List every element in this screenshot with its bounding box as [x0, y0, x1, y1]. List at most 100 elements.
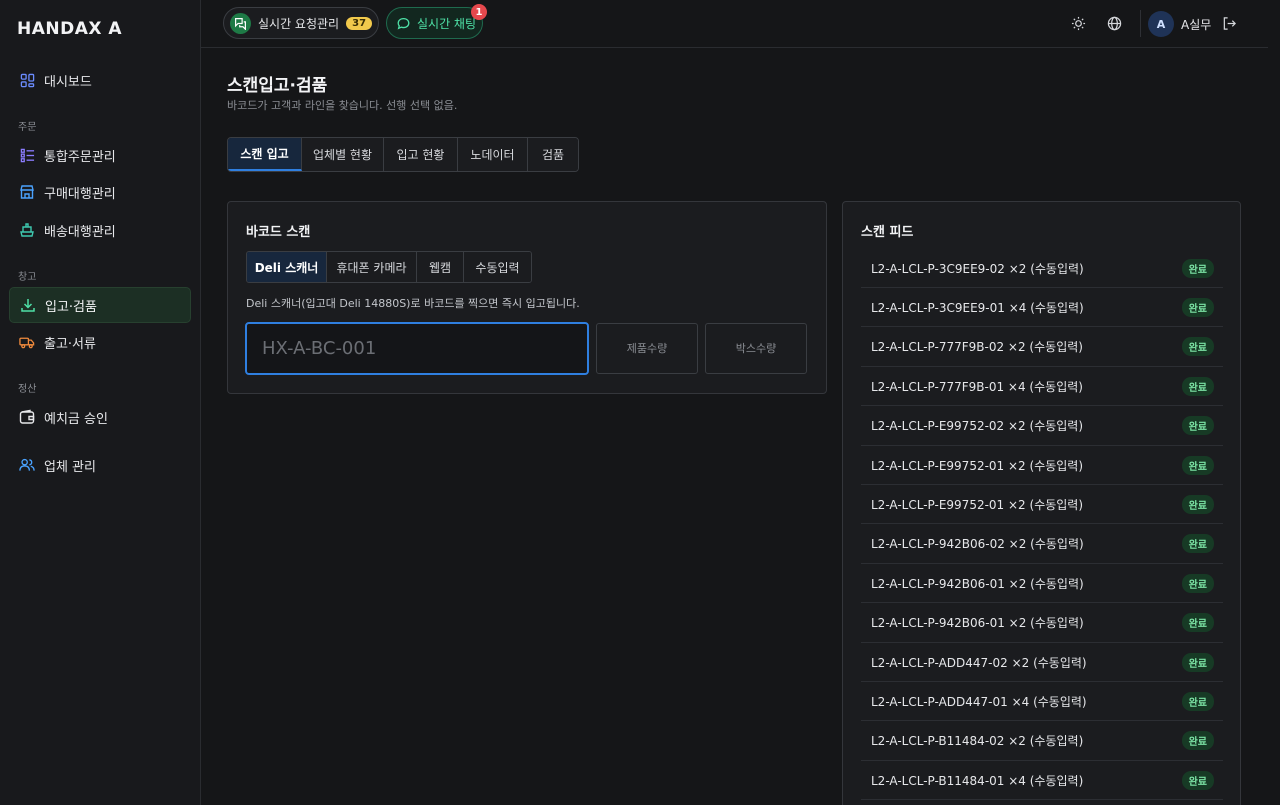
status-badge: 완료 — [1181, 770, 1214, 790]
list-item[interactable]: L2-A-LCL-P-E99752-02 ×2 (수동입력) 완료 — [861, 407, 1223, 446]
feed-item-text: L2-A-LCL-P-B11484-02 ×2 (수동입력) — [871, 734, 1084, 749]
tab-inbound-status[interactable]: 입고 현황 — [384, 138, 458, 171]
sidebar-item-dashboard[interactable]: 대시보드 — [9, 62, 191, 98]
status-badge: 완료 — [1181, 337, 1214, 357]
card-title: 바코드 스캔 — [246, 225, 311, 240]
barcode-scan-card: 바코드 스캔 Deli 스캐너 휴대폰 카메라 웹캠 수동입력 Deli 스캐너… — [227, 201, 827, 394]
scan-feed-card: 스캔 피드 L2-A-LCL-P-3C9EE9-02 ×2 (수동입력) 완료 L2… — [842, 201, 1241, 805]
section-label-order: 주문 — [18, 122, 37, 133]
status-badge: 완료 — [1181, 416, 1214, 436]
avatar[interactable]: A — [1148, 11, 1174, 37]
list-icon — [19, 147, 35, 163]
feed-item-text: L2-A-LCL-P-ADD447-01 ×4 (수동입력) — [871, 694, 1087, 709]
list-item[interactable]: L2-A-LCL-P-B11484-01 ×4 (수동입력) 완료 — [861, 761, 1223, 801]
tab-inspection[interactable]: 검품 — [528, 138, 578, 171]
list-item[interactable]: L2-A-LCL-P-942B06-01 ×2 (수동입력) 완료 — [861, 604, 1223, 643]
realtime-chat-button[interactable]: 실시간 채팅 — [386, 7, 483, 39]
sidebar-item-deposit-approval[interactable]: 예치금 승인 — [9, 399, 191, 435]
feed-item-text: L2-A-LCL-P-B11484-01 ×4 (수동입력) — [871, 773, 1084, 788]
sidebar-item-label: 대시보드 — [44, 74, 92, 90]
tab-no-data[interactable]: 노데이터 — [458, 138, 528, 171]
scan-hint: Deli 스캐너(입고대 Deli 14880S)로 바코드를 찍으면 즉시 입… — [246, 297, 580, 310]
status-badge: 완료 — [1181, 297, 1214, 317]
sidebar-item-purchase-agent[interactable]: 구매대행관리 — [9, 174, 191, 210]
sidebar-item-label: 배송대행관리 — [44, 224, 116, 240]
language-globe-icon[interactable] — [1106, 15, 1122, 31]
list-item[interactable]: L2-A-LCL-P-777F9B-01 ×4 (수동입력) 완료 — [861, 367, 1223, 407]
barcode-input[interactable] — [245, 322, 589, 375]
truck-icon — [19, 334, 35, 350]
list-item[interactable]: L2-A-LCL-P-E99752-01 ×2 (수동입력) 완료 — [861, 485, 1223, 525]
ship-icon — [19, 222, 35, 238]
sidebar-item-label: 업체 관리 — [44, 459, 96, 475]
sidebar-item-inbound-inspection[interactable]: 입고·검품 — [9, 287, 191, 323]
wallet-icon — [19, 409, 35, 425]
username[interactable]: A실무 — [1181, 16, 1211, 33]
request-label: 실시간 요청관리 — [258, 16, 340, 31]
list-item[interactable]: L2-A-LCL-P-3C9EE9-02 ×2 (수동입력) 완료 — [861, 249, 1223, 288]
box-qty-input[interactable] — [705, 323, 807, 374]
realtime-request-button[interactable]: 실시간 요청관리 37 — [223, 7, 379, 39]
sidebar-item-vendor-mgmt[interactable]: 업체 관리 — [9, 447, 191, 483]
status-badge: 완료 — [1181, 494, 1214, 514]
tab-vendor-status[interactable]: 업체별 현황 — [302, 138, 384, 171]
sidebar-item-label: 출고·서류 — [44, 336, 96, 352]
users-icon — [19, 457, 35, 473]
product-qty-input[interactable] — [596, 323, 698, 374]
status-badge: 완료 — [1181, 652, 1214, 672]
status-badge: 완료 — [1181, 691, 1214, 711]
sidebar-item-label: 구매대행관리 — [44, 186, 116, 202]
feed-item-text: L2-A-LCL-P-777F9B-01 ×4 (수동입력) — [871, 379, 1083, 394]
chat-bubbles-icon — [230, 12, 251, 34]
request-count-badge: 37 — [346, 16, 373, 30]
topbar-divider — [1140, 10, 1141, 37]
sidebar-item-outbound-docs[interactable]: 출고·서류 — [9, 324, 191, 360]
sidebar: HANDAX A 대시보드 주문 통합주문관리 구매대행관리 배송대행관리 창고… — [0, 0, 201, 805]
list-item[interactable]: L2-A-LCL-P-942B06-01 ×2 (수동입력) 완료 — [861, 564, 1223, 604]
subtab-webcam[interactable]: 웹캠 — [417, 252, 464, 282]
feed-item-text: L2-A-LCL-P-3C9EE9-01 ×4 (수동입력) — [871, 300, 1084, 315]
feed-item-text: L2-A-LCL-P-942B06-01 ×2 (수동입력) — [871, 616, 1084, 631]
tab-scan-inbound[interactable]: 스캔 입고 — [228, 138, 302, 171]
feed-item-text: L2-A-LCL-P-777F9B-02 ×2 (수동입력) — [871, 340, 1083, 355]
list-item[interactable]: L2-A-LCL-P-E99752-01 ×2 (수동입력) 완료 — [861, 446, 1223, 485]
top-bar: 실시간 요청관리 37 실시간 채팅 1 A A실무 — [201, 0, 1268, 48]
sidebar-item-label: 통합주문관리 — [44, 149, 116, 165]
list-item[interactable]: L2-A-LCL-P-ADD447-02 ×2 (수동입력) 완료 — [861, 643, 1223, 682]
list-item[interactable]: L2-A-LCL-P-ADD447-01 ×4 (수동입력) 완료 — [861, 682, 1223, 722]
list-item[interactable]: L2-A-LCL-P-942B06-02 ×2 (수동입력) 완료 — [861, 525, 1223, 564]
theme-toggle-icon[interactable] — [1070, 15, 1086, 31]
feed-item-text: L2-A-LCL-P-942B06-02 ×2 (수동입력) — [871, 537, 1084, 552]
list-item[interactable]: L2-A-LCL-P-777F9B-02 ×2 (수동입력) 완료 — [861, 328, 1223, 367]
feed-item-text: L2-A-LCL-P-942B06-01 ×2 (수동입력) — [871, 576, 1084, 591]
sidebar-item-label: 예치금 승인 — [44, 411, 108, 427]
feed-item-text: L2-A-LCL-P-E99752-01 ×2 (수동입력) — [871, 497, 1084, 512]
subtab-manual-input[interactable]: 수동입력 — [464, 252, 531, 282]
download-icon — [20, 297, 36, 313]
brand-logo[interactable]: HANDAX A — [17, 19, 122, 39]
status-badge: 완료 — [1181, 613, 1214, 633]
page-subtitle: 바코드가 고객과 라인을 찾습니다. 선행 선택 없음. — [227, 99, 458, 112]
chat-notification-badge: 1 — [471, 4, 487, 20]
subtab-deli-scanner[interactable]: Deli 스캐너 — [247, 252, 327, 282]
scan-method-tabs: Deli 스캐너 휴대폰 카메라 웹캠 수동입력 — [246, 251, 532, 283]
status-badge: 완료 — [1181, 573, 1214, 593]
card-title: 스캔 피드 — [861, 225, 914, 240]
status-badge: 완료 — [1181, 731, 1214, 751]
list-item[interactable]: L2-A-LCL-P-3C9EE9-01 ×4 (수동입력) 완료 — [861, 288, 1223, 328]
page-title: 스캔입고·검품 — [227, 76, 328, 96]
logout-icon[interactable] — [1221, 15, 1237, 31]
sidebar-item-integrated-order[interactable]: 통합주문관리 — [9, 137, 191, 173]
sidebar-item-label: 입고·검품 — [45, 299, 97, 315]
feed-item-text: L2-A-LCL-P-ADD447-02 ×2 (수동입력) — [871, 655, 1087, 670]
feed-item-text: L2-A-LCL-P-E99752-01 ×2 (수동입력) — [871, 458, 1084, 473]
chat-icon — [397, 17, 410, 30]
status-badge: 완료 — [1181, 376, 1214, 396]
dashboard-icon — [19, 72, 35, 88]
section-label-settlement: 정산 — [18, 384, 37, 395]
feed-item-text: L2-A-LCL-P-E99752-02 ×2 (수동입력) — [871, 419, 1084, 434]
section-label-warehouse: 창고 — [18, 272, 37, 283]
sidebar-item-shipping-agent[interactable]: 배송대행관리 — [9, 212, 191, 248]
subtab-phone-camera[interactable]: 휴대폰 카메라 — [327, 252, 417, 282]
list-item[interactable]: L2-A-LCL-P-B11484-02 ×2 (수동입력) 완료 — [861, 722, 1223, 761]
